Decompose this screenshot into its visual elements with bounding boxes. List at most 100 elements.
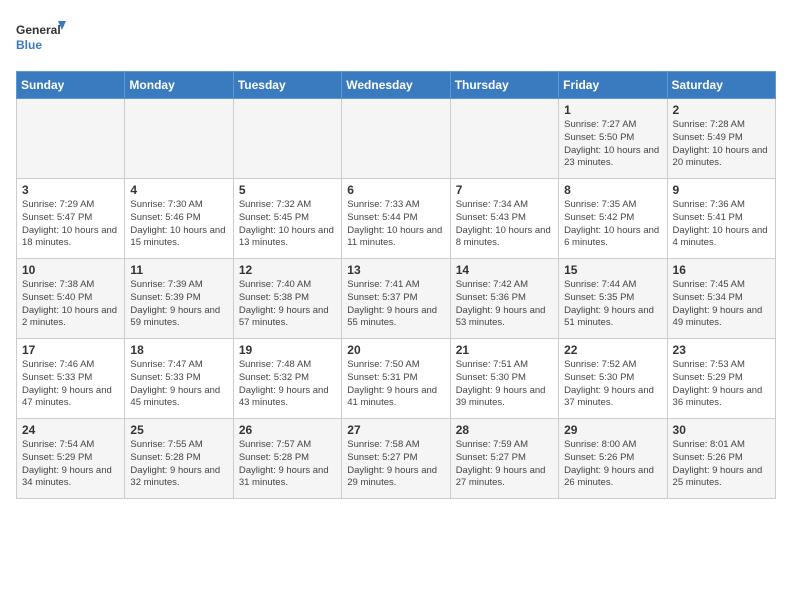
calendar-cell: 11 Sunrise: 7:39 AM Sunset: 5:39 PM Dayli… (125, 259, 233, 339)
day-number: 2 (673, 103, 770, 117)
day-info: Sunrise: 7:34 AM Sunset: 5:43 PM Dayligh… (456, 199, 553, 250)
day-number: 8 (564, 183, 661, 197)
day-info: Sunrise: 7:53 AM Sunset: 5:29 PM Dayligh… (673, 359, 770, 410)
calendar-cell: 12Sunrise: 7:40 AM Sunset: 5:38 PM Dayli… (233, 259, 341, 339)
day-number: 24 (22, 423, 119, 437)
calendar-cell: 24 Sunrise: 7:54 AM Sunset: 5:29 PM Dayli… (17, 419, 125, 499)
weekday-header: Saturday (667, 72, 775, 99)
calendar-table: SundayMondayTuesdayWednesdayThursdayFrid… (16, 71, 776, 499)
calendar-cell: 19 Sunrise: 7:48 AM Sunset: 5:32 PM Dayli… (233, 339, 341, 419)
day-info: Sunrise: 7:33 AM Sunset: 5:44 PM Dayligh… (347, 199, 444, 250)
day-info: Sunrise: 7:59 AM Sunset: 5:27 PM Dayligh… (456, 439, 553, 490)
day-info: Sunrise: 7:42 AM Sunset: 5:36 PM Dayligh… (456, 279, 553, 330)
day-info: Sunrise: 8:01 AM Sunset: 5:26 PM Dayligh… (673, 439, 770, 490)
day-info: Sunrise: 7:48 AM Sunset: 5:32 PM Dayligh… (239, 359, 336, 410)
calendar-cell (125, 99, 233, 179)
day-info: Sunrise: 7:52 AM Sunset: 5:30 PM Dayligh… (564, 359, 661, 410)
day-info: Sunrise: 7:40 AM Sunset: 5:38 PM Dayligh… (239, 279, 336, 330)
calendar-cell: 18Sunrise: 7:47 AM Sunset: 5:33 PM Dayli… (125, 339, 233, 419)
day-number: 27 (347, 423, 444, 437)
calendar-cell: 5 Sunrise: 7:32 AM Sunset: 5:45 PM Daylig… (233, 179, 341, 259)
calendar-cell: 14 Sunrise: 7:42 AM Sunset: 5:36 PM Dayli… (450, 259, 558, 339)
day-number: 19 (239, 343, 336, 357)
calendar-cell: 20 Sunrise: 7:50 AM Sunset: 5:31 PM Dayli… (342, 339, 450, 419)
day-number: 30 (673, 423, 770, 437)
calendar-cell: 25 Sunrise: 7:55 AM Sunset: 5:28 PM Dayli… (125, 419, 233, 499)
day-info: Sunrise: 7:35 AM Sunset: 5:42 PM Dayligh… (564, 199, 661, 250)
day-number: 10 (22, 263, 119, 277)
day-number: 15 (564, 263, 661, 277)
calendar-cell (450, 99, 558, 179)
calendar-cell: 26 Sunrise: 7:57 AM Sunset: 5:28 PM Dayli… (233, 419, 341, 499)
calendar-week-row: 17 Sunrise: 7:46 AM Sunset: 5:33 PM Dayli… (17, 339, 776, 419)
calendar-week-row: 1Sunrise: 7:27 AM Sunset: 5:50 PM Daylig… (17, 99, 776, 179)
day-info: Sunrise: 7:47 AM Sunset: 5:33 PM Dayligh… (130, 359, 227, 410)
calendar-cell: 23 Sunrise: 7:53 AM Sunset: 5:29 PM Dayli… (667, 339, 775, 419)
calendar-week-row: 10 Sunrise: 7:38 AM Sunset: 5:40 PM Dayli… (17, 259, 776, 339)
weekday-header: Sunday (17, 72, 125, 99)
day-info: Sunrise: 7:29 AM Sunset: 5:47 PM Dayligh… (22, 199, 119, 250)
day-info: Sunrise: 7:44 AM Sunset: 5:35 PM Dayligh… (564, 279, 661, 330)
calendar-cell: 7 Sunrise: 7:34 AM Sunset: 5:43 PM Daylig… (450, 179, 558, 259)
calendar-week-row: 24 Sunrise: 7:54 AM Sunset: 5:29 PM Dayli… (17, 419, 776, 499)
day-info: Sunrise: 7:58 AM Sunset: 5:27 PM Dayligh… (347, 439, 444, 490)
day-number: 17 (22, 343, 119, 357)
weekday-header: Tuesday (233, 72, 341, 99)
calendar-cell: 4Sunrise: 7:30 AM Sunset: 5:46 PM Daylig… (125, 179, 233, 259)
day-info: Sunrise: 7:50 AM Sunset: 5:31 PM Dayligh… (347, 359, 444, 410)
day-number: 29 (564, 423, 661, 437)
calendar-cell: 6Sunrise: 7:33 AM Sunset: 5:44 PM Daylig… (342, 179, 450, 259)
calendar-cell: 17 Sunrise: 7:46 AM Sunset: 5:33 PM Dayli… (17, 339, 125, 419)
logo-svg: General Blue (16, 16, 66, 61)
day-number: 26 (239, 423, 336, 437)
calendar-cell: 21Sunrise: 7:51 AM Sunset: 5:30 PM Dayli… (450, 339, 558, 419)
calendar-cell (342, 99, 450, 179)
calendar-cell: 1Sunrise: 7:27 AM Sunset: 5:50 PM Daylig… (559, 99, 667, 179)
day-info: Sunrise: 7:28 AM Sunset: 5:49 PM Dayligh… (673, 119, 770, 170)
weekday-header: Wednesday (342, 72, 450, 99)
day-info: Sunrise: 7:57 AM Sunset: 5:28 PM Dayligh… (239, 439, 336, 490)
calendar-cell: 13Sunrise: 7:41 AM Sunset: 5:37 PM Dayli… (342, 259, 450, 339)
calendar-cell: 29 Sunrise: 8:00 AM Sunset: 5:26 PM Dayli… (559, 419, 667, 499)
day-info: Sunrise: 7:54 AM Sunset: 5:29 PM Dayligh… (22, 439, 119, 490)
svg-text:General: General (16, 23, 61, 37)
day-number: 21 (456, 343, 553, 357)
day-info: Sunrise: 7:36 AM Sunset: 5:41 PM Dayligh… (673, 199, 770, 250)
day-number: 11 (130, 263, 227, 277)
day-number: 28 (456, 423, 553, 437)
calendar-cell: 9 Sunrise: 7:36 AM Sunset: 5:41 PM Daylig… (667, 179, 775, 259)
calendar-cell: 28 Sunrise: 7:59 AM Sunset: 5:27 PM Dayli… (450, 419, 558, 499)
day-info: Sunrise: 7:55 AM Sunset: 5:28 PM Dayligh… (130, 439, 227, 490)
calendar-cell: 10 Sunrise: 7:38 AM Sunset: 5:40 PM Dayli… (17, 259, 125, 339)
day-number: 20 (347, 343, 444, 357)
calendar-cell: 27 Sunrise: 7:58 AM Sunset: 5:27 PM Dayli… (342, 419, 450, 499)
day-number: 7 (456, 183, 553, 197)
day-number: 23 (673, 343, 770, 357)
day-number: 13 (347, 263, 444, 277)
calendar-week-row: 3Sunrise: 7:29 AM Sunset: 5:47 PM Daylig… (17, 179, 776, 259)
day-info: Sunrise: 8:00 AM Sunset: 5:26 PM Dayligh… (564, 439, 661, 490)
calendar-cell: 15 Sunrise: 7:44 AM Sunset: 5:35 PM Dayli… (559, 259, 667, 339)
weekday-header: Monday (125, 72, 233, 99)
day-number: 16 (673, 263, 770, 277)
day-number: 22 (564, 343, 661, 357)
day-info: Sunrise: 7:30 AM Sunset: 5:46 PM Dayligh… (130, 199, 227, 250)
calendar-cell: 22 Sunrise: 7:52 AM Sunset: 5:30 PM Dayli… (559, 339, 667, 419)
calendar-cell (233, 99, 341, 179)
day-info: Sunrise: 7:32 AM Sunset: 5:45 PM Dayligh… (239, 199, 336, 250)
day-number: 25 (130, 423, 227, 437)
calendar-cell: 2 Sunrise: 7:28 AM Sunset: 5:49 PM Daylig… (667, 99, 775, 179)
svg-text:Blue: Blue (16, 38, 42, 52)
calendar-cell: 30 Sunrise: 8:01 AM Sunset: 5:26 PM Dayli… (667, 419, 775, 499)
day-info: Sunrise: 7:38 AM Sunset: 5:40 PM Dayligh… (22, 279, 119, 330)
weekday-header: Thursday (450, 72, 558, 99)
day-number: 9 (673, 183, 770, 197)
day-number: 14 (456, 263, 553, 277)
weekday-header: Friday (559, 72, 667, 99)
calendar-cell: 16Sunrise: 7:45 AM Sunset: 5:34 PM Dayli… (667, 259, 775, 339)
day-number: 5 (239, 183, 336, 197)
day-info: Sunrise: 7:46 AM Sunset: 5:33 PM Dayligh… (22, 359, 119, 410)
day-info: Sunrise: 7:27 AM Sunset: 5:50 PM Dayligh… (564, 119, 661, 170)
day-info: Sunrise: 7:39 AM Sunset: 5:39 PM Dayligh… (130, 279, 227, 330)
calendar-cell: 3Sunrise: 7:29 AM Sunset: 5:47 PM Daylig… (17, 179, 125, 259)
